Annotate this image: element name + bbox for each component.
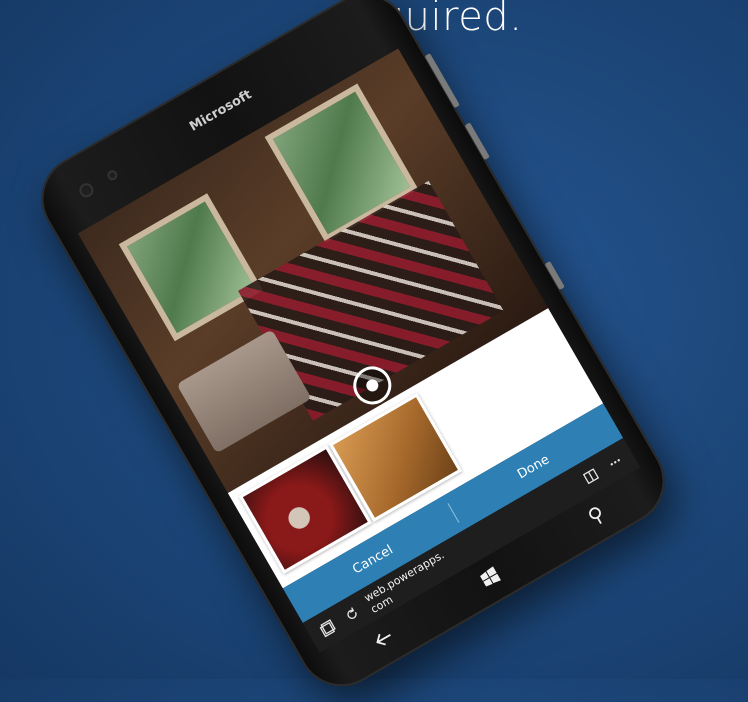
- windows-start-icon[interactable]: [470, 559, 509, 597]
- camera-button: [544, 260, 565, 290]
- refresh-icon[interactable]: [340, 602, 365, 627]
- reading-view-icon[interactable]: [579, 464, 604, 489]
- back-icon[interactable]: [364, 620, 403, 658]
- phone-device: Microsoft Cancel Done web.powerapps. com: [25, 0, 681, 702]
- more-icon[interactable]: [603, 450, 628, 475]
- tabs-icon[interactable]: [315, 616, 340, 641]
- power-button: [464, 122, 490, 161]
- viewfinder-window-left: [118, 193, 264, 342]
- volume-button: [424, 53, 460, 109]
- search-icon[interactable]: [577, 497, 616, 535]
